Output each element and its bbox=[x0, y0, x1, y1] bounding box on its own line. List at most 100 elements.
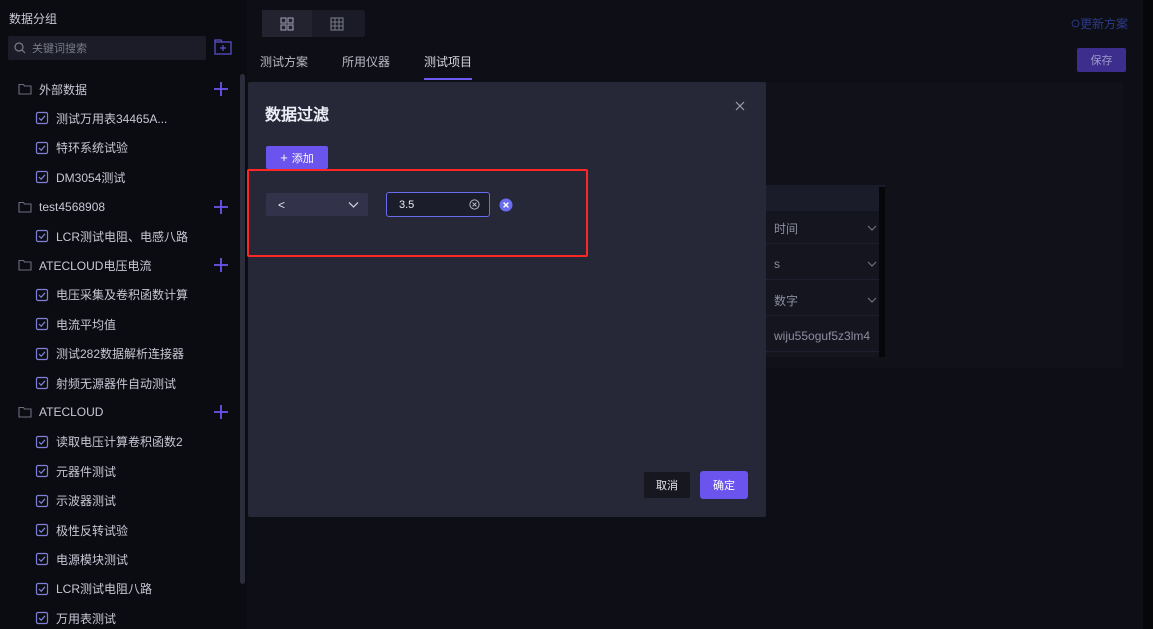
clear-input-icon[interactable] bbox=[469, 199, 480, 210]
test-item[interactable]: 电流平均值 bbox=[0, 312, 240, 336]
update-plan-link[interactable]: 更新方案 bbox=[1071, 15, 1128, 32]
field-select-time[interactable]: 时间 bbox=[766, 213, 885, 244]
field-select-unit[interactable]: s bbox=[766, 249, 885, 280]
test-item-label: 测试282数据解析连接器 bbox=[56, 347, 185, 362]
field-select-type-value: 数字 bbox=[774, 293, 799, 308]
field-select-unit-value: s bbox=[774, 257, 780, 271]
chevron-down-icon bbox=[867, 261, 877, 267]
add-item-icon[interactable] bbox=[212, 80, 230, 98]
checkbox-icon bbox=[35, 611, 49, 625]
test-item[interactable]: 电压采集及卷积函数计算 bbox=[0, 283, 240, 307]
test-item[interactable]: 极性反转试验 bbox=[0, 518, 240, 542]
chevron-down-icon bbox=[348, 201, 359, 208]
tab-test-plan[interactable]: 测试方案 bbox=[260, 53, 308, 80]
chevron-down-icon bbox=[867, 297, 877, 303]
test-item[interactable]: DM3054测试 bbox=[0, 165, 240, 189]
test-item-label: 射频无源器件自动测试 bbox=[56, 376, 177, 391]
tab-test-items[interactable]: 测试项目 bbox=[424, 53, 473, 80]
sidebar-scrollbar[interactable] bbox=[240, 74, 245, 584]
test-item[interactable]: 示波器测试 bbox=[0, 489, 240, 513]
test-item-label: 读取电压计算卷积函数2 bbox=[56, 435, 183, 450]
checkbox-icon bbox=[35, 582, 49, 596]
add-folder-icon[interactable] bbox=[214, 39, 232, 56]
field-config-panel: 时间 s 数字 wiju55oguf5z3lm4 bbox=[766, 185, 885, 357]
tab-bar: 测试方案 所用仪器 测试项目 bbox=[260, 53, 506, 80]
add-filter-label: 添加 bbox=[291, 152, 314, 165]
checkbox-icon bbox=[35, 170, 49, 184]
test-item[interactable]: 电源模块测试 bbox=[0, 547, 240, 571]
close-icon[interactable] bbox=[734, 100, 746, 112]
test-item-label: 万用表测试 bbox=[56, 611, 117, 626]
test-item-label: 电源模块测试 bbox=[56, 552, 129, 567]
checkbox-icon bbox=[35, 435, 49, 449]
test-item-label: 示波器测试 bbox=[56, 494, 117, 509]
dialog-title: 数据过滤 bbox=[265, 107, 330, 124]
panel-divider bbox=[879, 187, 885, 357]
field-id-cell: wiju55oguf5z3lm4 bbox=[766, 321, 885, 352]
group-label: ATECLOUD bbox=[39, 405, 104, 420]
test-item-label: 电流平均值 bbox=[56, 317, 117, 332]
checkbox-icon bbox=[35, 376, 49, 390]
folder-icon bbox=[18, 82, 32, 96]
add-item-icon[interactable] bbox=[212, 198, 230, 216]
main-scrollbar[interactable] bbox=[1143, 0, 1153, 629]
test-item[interactable]: 测试万用表34465A... bbox=[0, 106, 240, 130]
group-label: 外部数据 bbox=[39, 82, 88, 97]
remove-condition-icon[interactable] bbox=[499, 198, 513, 212]
group-item[interactable]: test4568908 bbox=[0, 195, 240, 219]
tab-instruments[interactable]: 所用仪器 bbox=[342, 53, 390, 80]
group-item[interactable]: ATECLOUD电压电流 bbox=[0, 253, 240, 277]
sidebar-title: 数据分组 bbox=[9, 12, 58, 26]
table-view-button[interactable] bbox=[312, 10, 362, 37]
test-item[interactable]: 读取电压计算卷积函数2 bbox=[0, 430, 240, 454]
folder-icon bbox=[18, 200, 32, 214]
add-filter-button[interactable]: + 添加 bbox=[266, 146, 328, 169]
sidebar: 数据分组 关键词搜索 外部数据测试万用表34465A... 特环系统试验 DM305… bbox=[0, 0, 247, 629]
test-item[interactable]: 测试282数据解析连接器 bbox=[0, 342, 240, 366]
checkbox-icon bbox=[35, 229, 49, 243]
save-button[interactable]: 保存 bbox=[1077, 48, 1126, 72]
test-item[interactable]: 元器件测试 bbox=[0, 459, 240, 483]
test-item-label: 特环系统试验 bbox=[56, 141, 129, 156]
operator-value: < bbox=[278, 197, 286, 212]
search-placeholder: 关键词搜索 bbox=[32, 43, 87, 55]
folder-icon bbox=[18, 405, 32, 419]
field-config-header bbox=[766, 185, 885, 211]
table-icon bbox=[330, 16, 344, 31]
chevron-down-icon bbox=[867, 225, 877, 231]
test-item[interactable]: 万用表测试 bbox=[0, 606, 240, 629]
card-view-button[interactable] bbox=[262, 10, 312, 37]
add-item-icon[interactable] bbox=[212, 403, 230, 421]
test-item[interactable]: 特环系统试验 bbox=[0, 136, 240, 160]
checkbox-icon bbox=[35, 347, 49, 361]
test-item[interactable]: LCR测试电阻、电感八路 bbox=[0, 224, 240, 248]
group-item[interactable]: ATECLOUD bbox=[0, 400, 240, 424]
search-input[interactable]: 关键词搜索 bbox=[8, 36, 206, 60]
field-select-type[interactable]: 数字 bbox=[766, 285, 885, 316]
test-item[interactable]: LCR测试电阻八路 bbox=[0, 577, 240, 601]
group-label: ATECLOUD电压电流 bbox=[39, 258, 152, 273]
confirm-button[interactable]: 确定 bbox=[700, 471, 748, 499]
field-id-value: wiju55oguf5z3lm4 bbox=[774, 329, 871, 343]
filter-value-text: 3.5 bbox=[399, 198, 415, 211]
field-select-time-value: 时间 bbox=[774, 221, 799, 236]
group-label: test4568908 bbox=[39, 199, 106, 214]
search-icon bbox=[14, 42, 26, 54]
checkbox-icon bbox=[35, 111, 49, 125]
grid-four-icon bbox=[280, 16, 294, 31]
checkbox-icon bbox=[35, 494, 49, 508]
checkbox-icon bbox=[35, 141, 49, 155]
operator-select[interactable]: < bbox=[266, 193, 368, 216]
group-item[interactable]: 外部数据 bbox=[0, 77, 240, 101]
test-item-label: 电压采集及卷积函数计算 bbox=[56, 288, 189, 303]
checkbox-icon bbox=[35, 552, 49, 566]
cancel-button[interactable]: 取消 bbox=[644, 472, 690, 498]
test-item[interactable]: 射频无源器件自动测试 bbox=[0, 371, 240, 395]
filter-value-input[interactable]: 3.5 bbox=[386, 192, 490, 217]
add-item-icon[interactable] bbox=[212, 256, 230, 274]
checkbox-icon bbox=[35, 288, 49, 302]
data-filter-dialog: 数据过滤 + 添加 < 3.5 取消 确定 bbox=[248, 82, 766, 517]
folder-icon bbox=[18, 258, 32, 272]
test-item-label: DM3054测试 bbox=[56, 170, 126, 185]
test-item-label: 极性反转试验 bbox=[56, 523, 129, 538]
